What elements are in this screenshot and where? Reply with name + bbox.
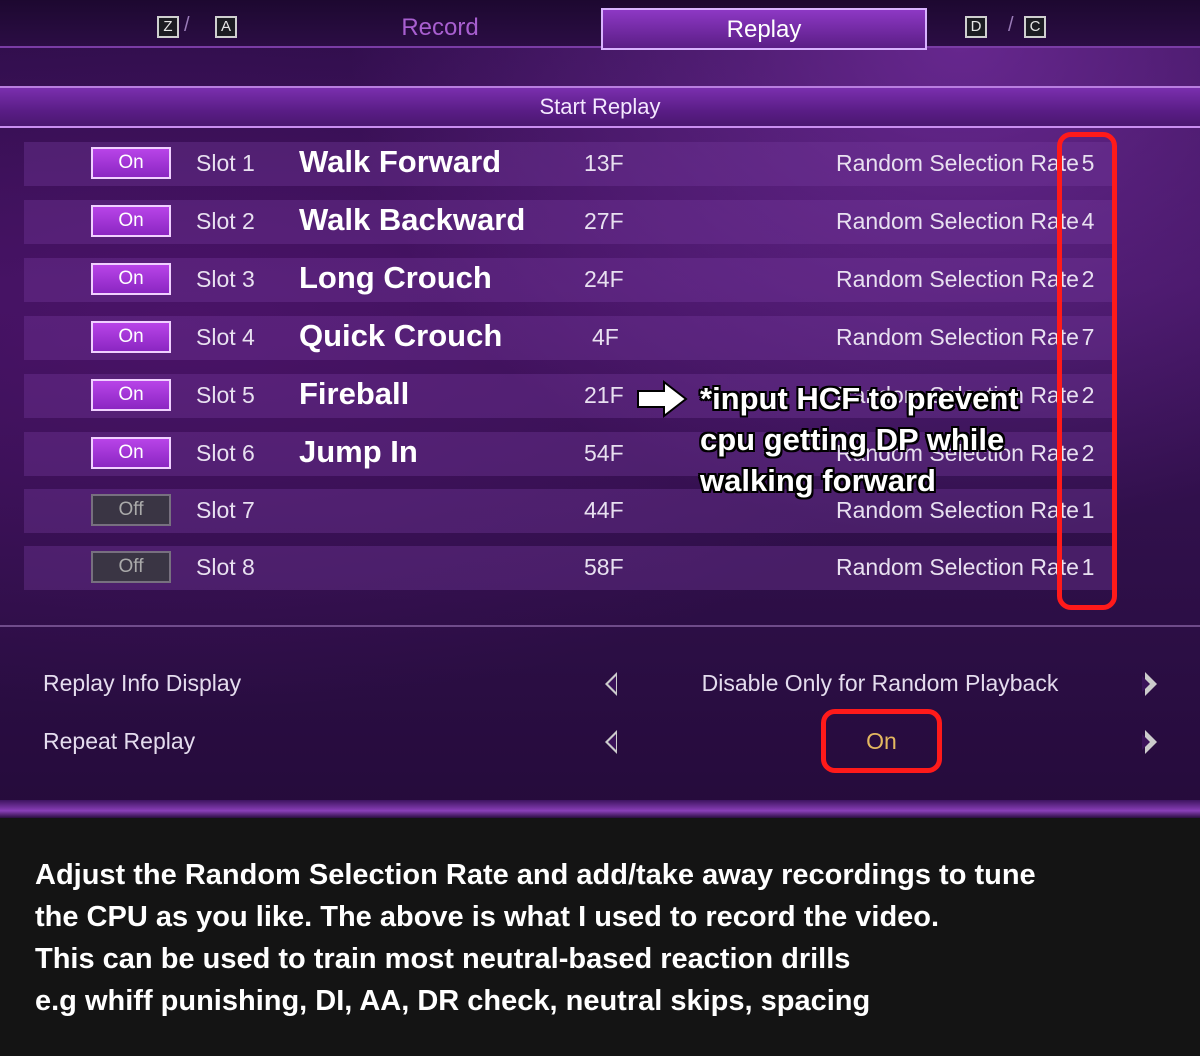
key-a-icon[interactable]: A xyxy=(215,16,237,38)
repeat-highlight-box xyxy=(821,709,942,773)
arrow-left-icon[interactable] xyxy=(605,730,617,754)
frame-count: 27F xyxy=(584,208,624,234)
rate-label: Random Selection Rate xyxy=(836,208,1079,234)
move-name: Walk Forward xyxy=(299,144,502,179)
tab-bar: Z / A Record Replay D / C xyxy=(0,0,1200,50)
option-label: Replay Info Display xyxy=(43,670,242,696)
start-replay-label: Start Replay xyxy=(539,94,661,119)
slot-toggle[interactable]: On xyxy=(91,147,171,179)
frame-count: 24F xyxy=(584,266,624,292)
slot-toggle[interactable]: On xyxy=(91,379,171,411)
move-name: Walk Backward xyxy=(299,202,526,237)
rate-label: Random Selection Rate xyxy=(836,150,1079,176)
slot-label: Slot 5 xyxy=(196,382,255,408)
slot-toggle[interactable]: On xyxy=(91,263,171,295)
frame-count: 4F xyxy=(592,324,619,350)
option-label: Repeat Replay xyxy=(43,728,196,754)
slot-toggle[interactable]: On xyxy=(91,321,171,353)
slot-row[interactable]: Off Slot 8 58F Random Selection Rate 1 xyxy=(24,546,1116,590)
annotation-note: *input HCF to prevent cpu getting DP whi… xyxy=(700,378,1060,501)
slot-label: Slot 6 xyxy=(196,440,255,466)
option-value: Disable Only for Random Playback xyxy=(701,670,1059,696)
key-separator: / xyxy=(1008,14,1014,36)
arrow-left-icon[interactable] xyxy=(605,672,617,696)
arrow-right-annotation-icon xyxy=(637,380,688,418)
start-replay-button[interactable]: Start Replay xyxy=(0,86,1200,128)
frame-count: 44F xyxy=(584,497,624,523)
caption-line: This can be used to train most neutral-b… xyxy=(35,943,851,975)
slot-label: Slot 4 xyxy=(196,324,255,350)
move-name: Jump In xyxy=(299,434,418,469)
annotation-line: cpu getting DP while xyxy=(700,422,1005,457)
slot-row[interactable]: On Slot 1 Walk Forward 13F Random Select… xyxy=(24,142,1116,186)
slot-row[interactable]: On Slot 2 Walk Backward 27F Random Selec… xyxy=(24,200,1116,244)
slot-toggle[interactable]: Off xyxy=(91,494,171,526)
key-z-icon[interactable]: Z xyxy=(157,16,179,38)
move-name: Long Crouch xyxy=(299,260,492,295)
bottom-glow xyxy=(0,800,1200,818)
rate-label: Random Selection Rate xyxy=(836,324,1079,350)
move-name: Fireball xyxy=(299,376,410,411)
frame-count: 21F xyxy=(584,382,624,408)
frame-count: 54F xyxy=(584,440,624,466)
slot-label: Slot 8 xyxy=(196,554,255,580)
key-d-icon[interactable]: D xyxy=(965,16,987,38)
annotation-line: *input HCF to prevent xyxy=(700,381,1019,416)
training-replay-screen: Z / A Record Replay D / C Start Replay O… xyxy=(0,0,1200,818)
divider xyxy=(0,625,1200,627)
slot-toggle[interactable]: On xyxy=(91,205,171,237)
caption-line: Adjust the Random Selection Rate and add… xyxy=(35,859,1036,891)
caption-text: Adjust the Random Selection Rate and add… xyxy=(35,854,1185,1022)
annotation-line: walking forward xyxy=(700,463,936,498)
rate-label: Random Selection Rate xyxy=(836,497,1079,523)
arrow-right-icon[interactable] xyxy=(1142,730,1157,754)
tab-replay[interactable]: Replay xyxy=(601,8,927,50)
rate-label: Random Selection Rate xyxy=(836,266,1079,292)
caption-line: e.g whiff punishing, DI, AA, DR check, n… xyxy=(35,985,871,1017)
rate-label: Random Selection Rate xyxy=(836,554,1079,580)
caption-line: the CPU as you like. The above is what I… xyxy=(35,901,940,933)
slot-toggle[interactable]: Off xyxy=(91,551,171,583)
slot-label: Slot 3 xyxy=(196,266,255,292)
slot-label: Slot 2 xyxy=(196,208,255,234)
move-name: Quick Crouch xyxy=(299,318,503,353)
key-c-icon[interactable]: C xyxy=(1024,16,1046,38)
slot-row[interactable]: On Slot 4 Quick Crouch 4F Random Selecti… xyxy=(24,316,1116,360)
frame-count: 13F xyxy=(584,150,624,176)
arrow-right-icon[interactable] xyxy=(1142,672,1157,696)
slot-toggle[interactable]: On xyxy=(91,437,171,469)
rate-highlight-box xyxy=(1057,132,1117,610)
tab-record[interactable]: Record xyxy=(300,8,580,48)
caption-panel: Adjust the Random Selection Rate and add… xyxy=(0,818,1200,1056)
slot-label: Slot 7 xyxy=(196,497,255,523)
slot-row[interactable]: On Slot 3 Long Crouch 24F Random Selecti… xyxy=(24,258,1116,302)
frame-count: 58F xyxy=(584,554,624,580)
key-separator: / xyxy=(184,14,190,36)
slot-label: Slot 1 xyxy=(196,150,255,176)
